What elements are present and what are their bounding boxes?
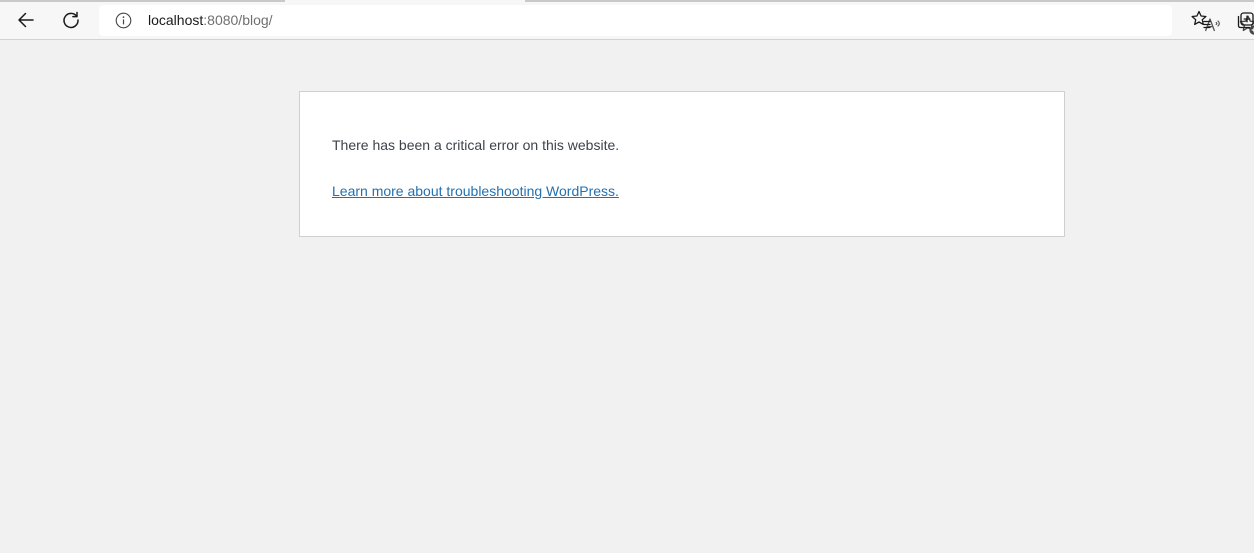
error-message: There has been a critical error on this … — [332, 137, 620, 153]
tab-strip-edge — [0, 0, 285, 2]
url-path: :8080/blog/ — [203, 12, 273, 28]
favorites-button[interactable] — [1185, 4, 1217, 36]
collections-button[interactable] — [1230, 4, 1254, 36]
address-bar[interactable]: localhost:8080/blog/ — [99, 5, 1254, 36]
url-host: localhost — [148, 12, 204, 28]
back-arrow-icon — [18, 12, 34, 28]
collections-icon — [1237, 12, 1254, 29]
tab-strip-edge — [525, 0, 1254, 2]
info-icon[interactable] — [115, 12, 132, 29]
refresh-icon — [63, 11, 79, 29]
browser-toolbar: localhost:8080/blog/ — [0, 0, 1254, 40]
url-text[interactable]: localhost:8080/blog/ — [148, 12, 273, 29]
refresh-button[interactable] — [55, 4, 87, 36]
troubleshooting-link[interactable]: Learn more about troubleshooting WordPre… — [332, 182, 619, 200]
error-panel: There has been a critical error on this … — [299, 91, 1065, 237]
favorites-icon — [1191, 10, 1211, 29]
back-button[interactable] — [10, 4, 42, 36]
